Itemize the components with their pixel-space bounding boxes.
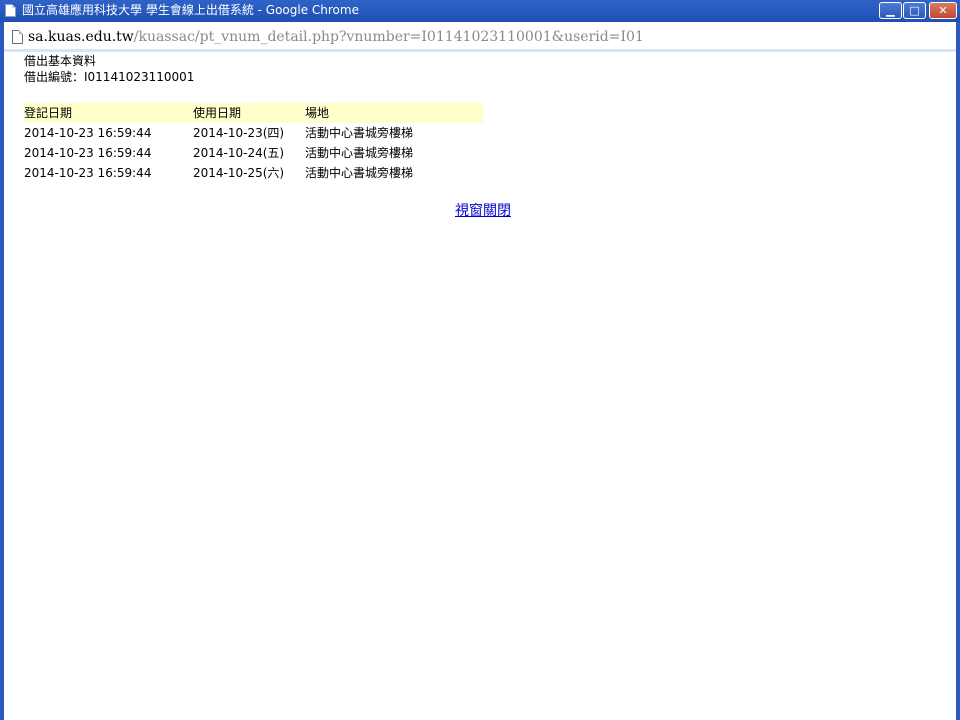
use-date-cell: 2014-10-23(四)	[193, 126, 285, 140]
table-header-row: 登記日期 使用日期 場地	[24, 103, 483, 123]
serial-number: 借出編號：I01141023110001	[24, 70, 195, 84]
use-date-cell: 2014-10-24(五)	[193, 146, 285, 160]
close-window-link[interactable]: 視窗關閉	[455, 202, 511, 220]
table-row: 2014-10-23 16:59:44 2014-10-23(四) 活動中心書城…	[24, 123, 483, 143]
page-heading: 借出基本資料	[24, 54, 97, 68]
venue-cell: 活動中心書城旁樓梯	[305, 146, 414, 160]
booking-table: 登記日期 使用日期 場地 2014-10-23 16:59:44 2014-10…	[24, 103, 483, 183]
address-bar[interactable]: sa.kuas.edu.tw/kuassac/pt_vnum_detail.ph…	[4, 22, 956, 52]
page-content: 借出基本資料 借出編號：I01141023110001 登記日期 使用日期 場地…	[4, 52, 956, 720]
url-field[interactable]: sa.kuas.edu.tw/kuassac/pt_vnum_detail.ph…	[28, 28, 644, 46]
venue-cell: 活動中心書城旁樓梯	[305, 126, 414, 140]
close-button[interactable]: ✕	[929, 2, 957, 19]
column-header-register-date: 登記日期	[24, 106, 73, 120]
register-date-cell: 2014-10-23 16:59:44	[24, 126, 152, 140]
maximize-button[interactable]: □	[903, 2, 926, 19]
venue-cell: 活動中心書城旁樓梯	[305, 166, 414, 180]
register-date-cell: 2014-10-23 16:59:44	[24, 166, 152, 180]
column-header-venue: 場地	[305, 106, 330, 120]
page-icon	[12, 30, 23, 44]
window-title: 國立高雄應用科技大學 學生會線上出借系統 - Google Chrome	[22, 3, 359, 17]
window-titlebar[interactable]: 國立高雄應用科技大學 學生會線上出借系統 - Google Chrome ▁ □…	[0, 0, 960, 22]
minimize-button[interactable]: ▁	[879, 2, 902, 19]
url-path: /kuassac/pt_vnum_detail.php?vnumber=I011…	[133, 29, 644, 45]
page-icon	[5, 4, 16, 17]
use-date-cell: 2014-10-25(六)	[193, 166, 285, 180]
table-row: 2014-10-23 16:59:44 2014-10-24(五) 活動中心書城…	[24, 143, 483, 163]
window-border-right	[956, 22, 960, 720]
column-header-use-date: 使用日期	[193, 106, 242, 120]
url-host: sa.kuas.edu.tw	[28, 29, 134, 45]
table-row: 2014-10-23 16:59:44 2014-10-25(六) 活動中心書城…	[24, 163, 483, 183]
register-date-cell: 2014-10-23 16:59:44	[24, 146, 152, 160]
